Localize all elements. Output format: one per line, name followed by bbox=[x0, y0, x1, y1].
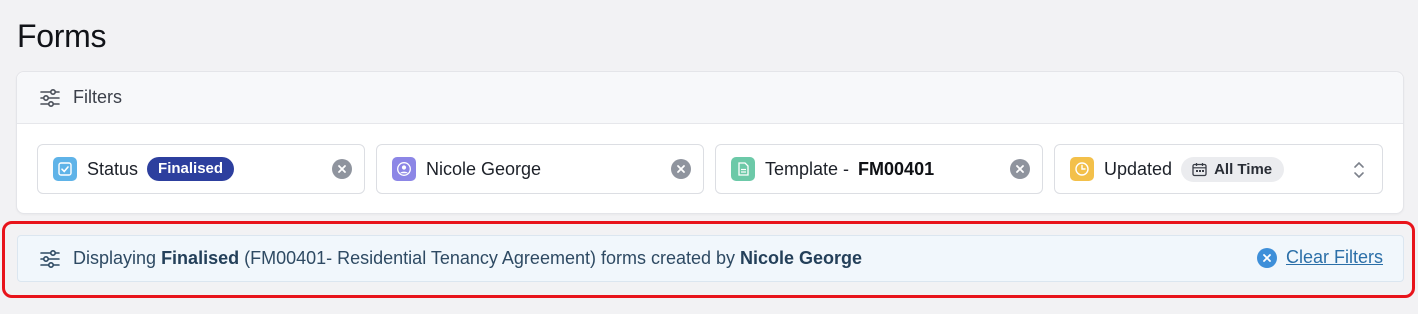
time-range-pill[interactable]: All Time bbox=[1181, 156, 1285, 182]
user-filter-chip[interactable]: Nicole George bbox=[376, 144, 704, 194]
sliders-icon bbox=[40, 88, 60, 107]
close-circle-icon bbox=[1256, 247, 1277, 268]
updated-filter-chip[interactable]: Updated All Time bbox=[1054, 144, 1383, 194]
filters-header[interactable]: Filters bbox=[17, 72, 1403, 124]
status-badge: Finalised bbox=[147, 157, 235, 181]
sliders-icon bbox=[40, 249, 60, 268]
summary-prefix: Displaying bbox=[73, 248, 157, 268]
summary-status: Finalised bbox=[161, 248, 240, 268]
checkbox-icon bbox=[53, 157, 77, 181]
filters-header-label: Filters bbox=[73, 87, 122, 107]
filter-summary-bar: Displaying Finalised (FM00401- Residenti… bbox=[17, 235, 1404, 282]
time-range-label: All Time bbox=[1214, 160, 1273, 178]
close-circle-icon[interactable] bbox=[671, 159, 691, 179]
user-filter-label: Nicole George bbox=[426, 158, 542, 179]
document-icon bbox=[731, 157, 755, 181]
status-filter-label: Status bbox=[87, 158, 139, 179]
summary-middle: (FM00401- Residential Tenancy Agreement)… bbox=[244, 248, 736, 268]
filters-card: Filters Status Finalised Nicole George T… bbox=[16, 71, 1404, 214]
template-filter-chip[interactable]: Template - FM00401 bbox=[715, 144, 1043, 194]
template-code: FM00401 bbox=[858, 158, 935, 179]
summary-user: Nicole George bbox=[740, 248, 863, 268]
template-filter-label: Template - bbox=[765, 158, 850, 179]
close-circle-icon[interactable] bbox=[1010, 159, 1030, 179]
status-filter-chip[interactable]: Status Finalised bbox=[37, 144, 365, 194]
close-circle-icon[interactable] bbox=[332, 159, 352, 179]
clock-icon bbox=[1070, 157, 1094, 181]
chevron-up-down-icon[interactable] bbox=[1352, 158, 1366, 182]
clear-filters-label: Clear Filters bbox=[1285, 247, 1383, 267]
filter-summary-text: Displaying Finalised (FM00401- Residenti… bbox=[73, 248, 862, 269]
calendar-icon bbox=[1192, 162, 1207, 176]
clear-filters-button[interactable]: Clear Filters bbox=[1256, 247, 1383, 268]
page-title: Forms bbox=[17, 18, 107, 54]
updated-filter-label: Updated bbox=[1104, 158, 1173, 179]
filter-chips: Status Finalised Nicole George Template … bbox=[37, 144, 1383, 194]
user-icon bbox=[392, 157, 416, 181]
